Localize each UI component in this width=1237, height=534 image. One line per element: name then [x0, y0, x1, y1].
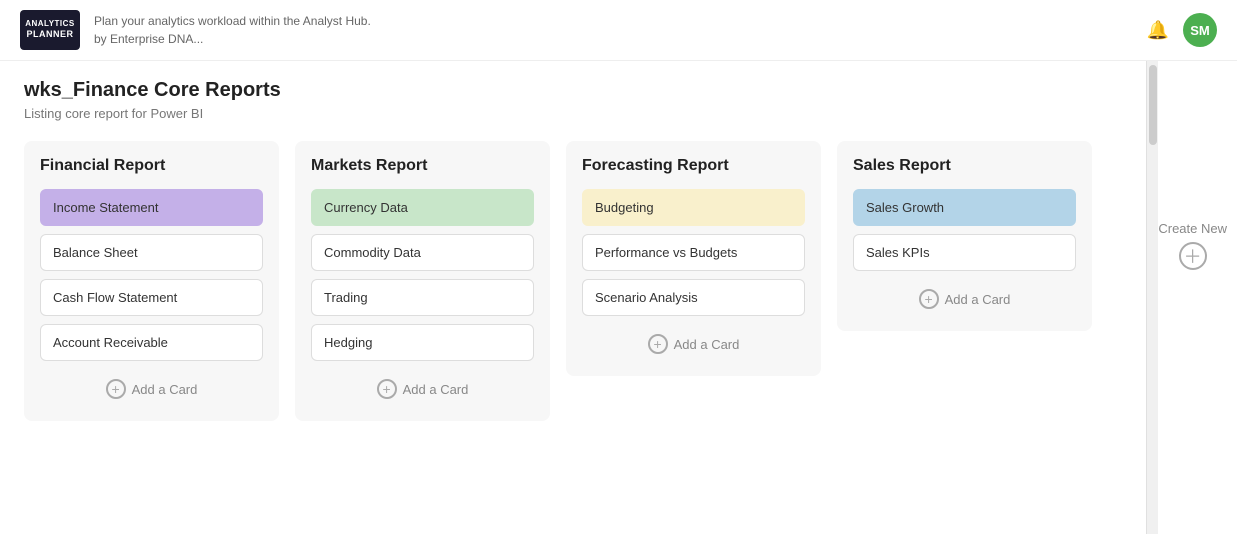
avatar[interactable]: SM — [1183, 13, 1217, 47]
card-item-markets-3[interactable]: Hedging — [311, 324, 534, 361]
scrollbar[interactable] — [1146, 61, 1158, 534]
add-card-label: Add a Card — [132, 382, 198, 397]
card-item-markets-0[interactable]: Currency Data — [311, 189, 534, 226]
app-header: ANALYTICS PLANNER Plan your analytics wo… — [0, 0, 1237, 61]
plus-circle-icon: + — [106, 379, 126, 399]
header-left: ANALYTICS PLANNER Plan your analytics wo… — [20, 10, 371, 50]
tagline-line1: Plan your analytics workload within the … — [94, 12, 371, 30]
card-item-markets-2[interactable]: Trading — [311, 279, 534, 316]
tagline-line2: by Enterprise DNA... — [94, 30, 371, 48]
logo-line1: ANALYTICS — [25, 19, 75, 29]
board-financial: Financial Report Income Statement Balance … — [24, 141, 279, 421]
card-item-forecasting-0[interactable]: Budgeting — [582, 189, 805, 226]
scrollbar-thumb[interactable] — [1149, 65, 1157, 145]
add-card-label: Add a Card — [674, 337, 740, 352]
add-card-button-sales[interactable]: + Add a Card — [853, 283, 1076, 315]
create-new-button[interactable]: ＋ — [1179, 242, 1207, 270]
page-subtitle: Listing core report for Power BI — [24, 106, 1122, 121]
plus-circle-icon: + — [377, 379, 397, 399]
main-area: wks_Finance Core Reports Listing core re… — [0, 61, 1146, 534]
add-card-button-markets[interactable]: + Add a Card — [311, 373, 534, 405]
create-new-label: Create New — [1158, 221, 1227, 236]
header-right: 🔔 SM — [1147, 13, 1217, 47]
boards-row: Financial Report Income Statement Balance … — [24, 141, 1122, 421]
card-item-forecasting-1[interactable]: Performance vs Budgets — [582, 234, 805, 271]
bell-icon[interactable]: 🔔 — [1147, 20, 1169, 41]
add-card-label: Add a Card — [945, 292, 1011, 307]
board-title-sales: Sales Report — [853, 157, 1076, 175]
add-card-button-forecasting[interactable]: + Add a Card — [582, 328, 805, 360]
add-card-label: Add a Card — [403, 382, 469, 397]
add-card-button-financial[interactable]: + Add a Card — [40, 373, 263, 405]
app-logo: ANALYTICS PLANNER — [20, 10, 80, 50]
header-tagline: Plan your analytics workload within the … — [94, 12, 371, 48]
plus-circle-icon: + — [919, 289, 939, 309]
card-item-sales-1[interactable]: Sales KPIs — [853, 234, 1076, 271]
logo-line2: PLANNER — [26, 29, 73, 41]
card-item-financial-2[interactable]: Cash Flow Statement — [40, 279, 263, 316]
page-title: wks_Finance Core Reports — [24, 79, 1122, 102]
card-item-financial-0[interactable]: Income Statement — [40, 189, 263, 226]
board-sales: Sales Report Sales Growth Sales KPIs + Add a… — [837, 141, 1092, 331]
board-title-financial: Financial Report — [40, 157, 263, 175]
card-item-financial-1[interactable]: Balance Sheet — [40, 234, 263, 271]
card-item-sales-0[interactable]: Sales Growth — [853, 189, 1076, 226]
page-content: wks_Finance Core Reports Listing core re… — [0, 61, 1237, 534]
card-item-markets-1[interactable]: Commodity Data — [311, 234, 534, 271]
board-markets: Markets Report Currency Data Commodity Dat… — [295, 141, 550, 421]
plus-circle-icon: + — [648, 334, 668, 354]
create-new-area: Create New ＋ — [1158, 61, 1237, 534]
card-item-forecasting-2[interactable]: Scenario Analysis — [582, 279, 805, 316]
board-title-forecasting: Forecasting Report — [582, 157, 805, 175]
board-title-markets: Markets Report — [311, 157, 534, 175]
card-item-financial-3[interactable]: Account Receivable — [40, 324, 263, 361]
board-forecasting: Forecasting Report Budgeting Performance v… — [566, 141, 821, 376]
